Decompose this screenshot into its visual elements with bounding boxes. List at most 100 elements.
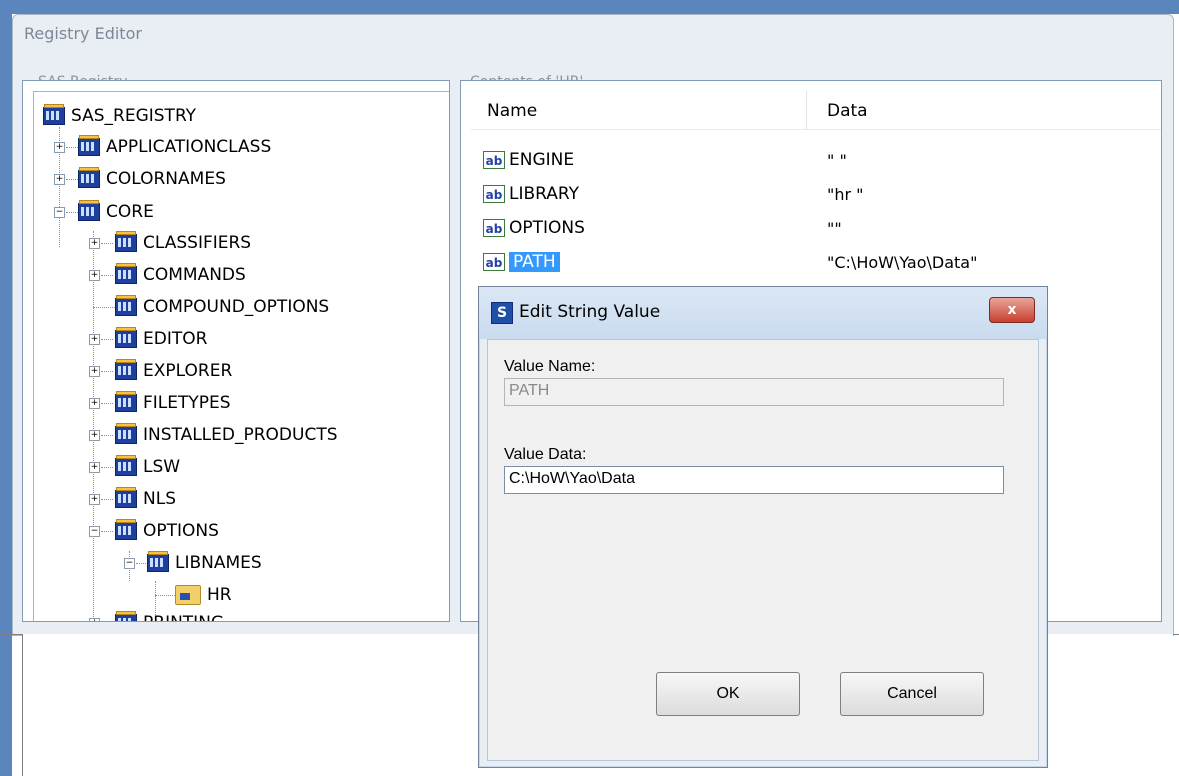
tree-item-commands[interactable]: COMMANDS [115, 260, 246, 290]
row-name: ENGINE [509, 150, 575, 170]
registry-key-icon [115, 391, 137, 412]
registry-key-icon [115, 611, 137, 621]
tree-item-label: OPTIONS [143, 521, 219, 541]
tree-item-label: EDITOR [143, 329, 208, 349]
list-row-library[interactable]: ab LIBRARY [483, 179, 579, 209]
tree-line [101, 243, 113, 244]
expand-plus-icon[interactable]: + [54, 174, 65, 185]
expand-plus-icon[interactable]: + [54, 142, 65, 153]
registry-key-icon [115, 423, 137, 444]
expand-plus-icon[interactable]: + [89, 334, 100, 345]
registry-key-icon [43, 104, 65, 125]
collapse-minus-icon[interactable]: − [89, 526, 100, 537]
cancel-button[interactable]: Cancel [840, 672, 984, 716]
tree-item-label: NLS [143, 489, 176, 509]
value-name-field[interactable]: PATH [504, 378, 1004, 406]
tree-item-label: LSW [143, 457, 181, 477]
tree-line [93, 307, 115, 308]
tree-item-editor[interactable]: EDITOR [115, 324, 207, 354]
column-separator[interactable] [806, 91, 807, 129]
expand-plus-icon[interactable]: + [89, 618, 100, 621]
registry-key-icon [78, 200, 100, 221]
row-data: "" [827, 219, 842, 238]
tree-item-printing[interactable]: PRINTING [115, 608, 224, 621]
window-left-edge [0, 0, 12, 776]
list-header [471, 91, 1161, 130]
expand-plus-icon[interactable]: + [89, 270, 100, 281]
tree-item-libnames[interactable]: LIBNAMES [147, 548, 262, 578]
tree-item-label: CLASSIFIERS [143, 233, 252, 253]
registry-key-icon [115, 295, 137, 316]
tree-item-label: LIBNAMES [175, 553, 262, 573]
tree-item-label: EXPLORER [143, 361, 233, 381]
tree-item-explorer[interactable]: EXPLORER [115, 356, 232, 386]
list-row-engine[interactable]: ab ENGINE [483, 145, 574, 175]
tree-item-applicationclass[interactable]: APPLICATIONCLASS [78, 132, 271, 162]
registry-key-icon [78, 135, 100, 156]
column-header-name[interactable]: Name [487, 101, 537, 121]
folder-icon [175, 585, 201, 605]
expand-plus-icon[interactable]: + [89, 366, 100, 377]
tree-line [66, 147, 78, 148]
row-name: LIBRARY [509, 184, 580, 204]
tree-item-label: FILETYPES [143, 393, 231, 413]
tree-item-core[interactable]: CORE [78, 197, 154, 227]
ab-string-icon: ab [483, 219, 505, 237]
tree-item-filetypes[interactable]: FILETYPES [115, 388, 231, 418]
tree-line [101, 403, 113, 404]
edit-string-value-dialog: S Edit String Value x Value Name: PATH V… [478, 286, 1048, 768]
expand-plus-icon[interactable]: + [89, 430, 100, 441]
tree-line [101, 275, 113, 276]
ab-string-icon: ab [483, 253, 505, 271]
tree-item-installed-products[interactable]: INSTALLED_PRODUCTS [115, 420, 338, 450]
tree-item-options[interactable]: OPTIONS [115, 516, 219, 546]
column-header-data[interactable]: Data [827, 101, 868, 121]
expand-plus-icon[interactable]: + [89, 398, 100, 409]
tree-item-classifiers[interactable]: CLASSIFIERS [115, 228, 251, 258]
collapse-minus-icon[interactable]: − [54, 207, 65, 218]
tree-line [155, 595, 175, 596]
dialog-titlebar[interactable]: S Edit String Value x [479, 287, 1047, 339]
sas-app-icon: S [491, 302, 513, 324]
tree-item-nls[interactable]: NLS [115, 484, 176, 514]
expand-plus-icon[interactable]: + [89, 494, 100, 505]
expand-plus-icon[interactable]: + [89, 462, 100, 473]
registry-key-icon [115, 231, 137, 252]
tree-item-label: COMMANDS [143, 265, 246, 285]
expand-plus-icon[interactable]: + [89, 238, 100, 249]
tree-item-compound-options[interactable]: COMPOUND_OPTIONS [115, 292, 329, 322]
value-data-field[interactable]: C:\HoW\Yao\Data [504, 466, 1004, 494]
window-top-edge [0, 0, 1179, 14]
list-row-options[interactable]: ab OPTIONS [483, 213, 585, 243]
tree-item-label: APPLICATIONCLASS [106, 137, 272, 157]
ab-string-icon: ab [483, 185, 505, 203]
value-name-label: Value Name: [504, 358, 596, 375]
list-row-path[interactable]: ab PATH [483, 247, 560, 277]
value-data-label: Value Data: [504, 446, 587, 463]
registry-key-icon [115, 487, 137, 508]
registry-tree[interactable]: SAS_REGISTRY + APPLICATIONCLASS + COLORN… [22, 80, 450, 622]
tree-item-lsw[interactable]: LSW [115, 452, 180, 482]
tree-item-hr[interactable]: HR [175, 580, 232, 610]
dialog-title: Edit String Value [519, 302, 661, 322]
row-data: "C:\HoW\Yao\Data" [827, 253, 978, 272]
tree-line [101, 435, 113, 436]
registry-key-icon [115, 327, 137, 348]
tree-line [101, 531, 113, 532]
tree-item-colornames[interactable]: COLORNAMES [78, 164, 226, 194]
tree-line [66, 179, 78, 180]
tree-item-sas-registry[interactable]: SAS_REGISTRY [43, 101, 196, 131]
ab-string-icon: ab [483, 151, 505, 169]
registry-key-icon [115, 263, 137, 284]
tree-line [136, 563, 146, 564]
ok-button[interactable]: OK [656, 672, 800, 716]
registry-key-icon [115, 455, 137, 476]
registry-key-icon [78, 167, 100, 188]
registry-key-icon [115, 519, 137, 540]
tree-line [66, 212, 78, 213]
tree-line [101, 371, 113, 372]
tree-line [93, 231, 94, 621]
collapse-minus-icon[interactable]: − [124, 558, 135, 569]
close-button[interactable]: x [989, 297, 1035, 323]
registry-key-icon [115, 359, 137, 380]
